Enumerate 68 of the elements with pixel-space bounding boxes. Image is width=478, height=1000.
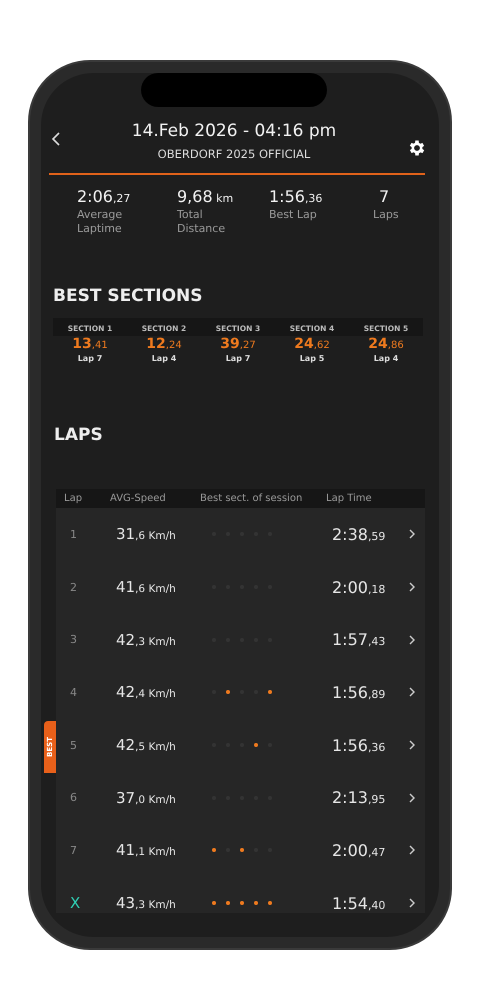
section-lap: Lap 7	[224, 354, 252, 363]
avg-speed: 42,5 Km/h	[116, 736, 177, 754]
chevron-icon	[408, 687, 416, 698]
avg-speed: 31,6 Km/h	[116, 525, 177, 544]
column-header: Lap Time	[326, 493, 373, 504]
back-icon[interactable]	[51, 132, 61, 146]
stat-label: Laps	[372, 208, 400, 222]
stat-label: Total Distance	[177, 208, 226, 236]
avg-speed: 41,6 Km/h	[116, 578, 177, 596]
lap-row[interactable]: 1 31,6 Km/h 2:38,59	[56, 508, 425, 561]
avg-speed: 42,3 Km/h	[116, 630, 177, 649]
avg-speed: 42,4 Km/h	[116, 683, 177, 702]
column-header: Lap	[64, 493, 84, 504]
session-date: 14.Feb 2026 - 04:16 pm	[132, 121, 336, 141]
lap-time: 1:56,36	[332, 736, 386, 755]
lap-time: 1:57,43	[332, 630, 386, 650]
section-lap: Lap 4	[372, 354, 400, 363]
section-time: 12,24	[145, 336, 183, 352]
settings-icon[interactable]	[407, 138, 427, 158]
lap-time: 2:13,95	[332, 788, 386, 808]
stat-value: 9,68 km	[177, 187, 234, 206]
section-time: 13,41	[71, 336, 109, 352]
chevron-icon	[408, 898, 416, 908]
lap-row[interactable]: 7 41,1 Km/h 2:00,47	[56, 824, 425, 877]
chevron-icon	[408, 582, 416, 592]
section-lap: Lap 4	[150, 354, 178, 363]
stat-value: 1:56,36	[269, 187, 322, 206]
lap-row[interactable]: 4 42,4 Km/h 1:56,89	[56, 666, 425, 719]
lap-number: 7	[70, 844, 78, 857]
lap-number: 3	[70, 633, 78, 646]
chevron-icon	[408, 529, 416, 540]
section-time: 39,27	[219, 336, 257, 352]
section-lap: Lap 7	[76, 354, 104, 363]
lap-time: 1:56,89	[332, 682, 386, 702]
lap-number: 1	[70, 528, 78, 541]
lap-row[interactable]: 3 42,3 Km/h 1:57,43	[56, 613, 425, 666]
section-time: 24,86	[367, 336, 405, 352]
avg-speed: 43,3 Km/h	[116, 894, 177, 912]
section-lap: Lap 5	[298, 354, 326, 363]
lap-number: 4	[70, 686, 78, 699]
section-time: 24,62	[293, 336, 331, 352]
lap-number: X	[70, 894, 82, 912]
stat-value: 7	[378, 187, 390, 206]
avg-speed: 37,0 Km/h	[116, 788, 177, 807]
chevron-icon	[408, 792, 416, 803]
stat-label: Average Laptime	[77, 208, 124, 236]
section-heading: LAPS	[53, 425, 104, 445]
column-header: AVG-Speed	[110, 493, 167, 504]
lap-time: 2:00,47	[332, 840, 386, 860]
track-name: OBERDORF 2025 OFFICIAL	[158, 147, 310, 161]
chevron-icon	[408, 845, 416, 856]
column-header: Best sect. of session	[200, 493, 304, 504]
lap-time: 1:54,40	[332, 894, 386, 913]
lap-number: 5	[70, 738, 78, 752]
lap-row[interactable]: 5 42,5 Km/h 1:56,36	[56, 718, 425, 772]
lap-number: 2	[70, 580, 78, 594]
lap-time: 2:38,59	[332, 524, 386, 544]
stat-label: Best Lap	[269, 208, 318, 222]
lap-row[interactable]: X 43,3 Km/h 1:54,40	[56, 876, 425, 913]
chevron-icon	[408, 740, 416, 750]
lap-row[interactable]: 6 37,0 Km/h 2:13,95	[56, 771, 425, 824]
lap-time: 2:00,18	[332, 578, 386, 597]
section-heading: BEST SECTIONS	[52, 286, 204, 306]
avg-speed: 41,1 Km/h	[116, 841, 177, 860]
lap-number: 6	[70, 791, 78, 804]
chevron-icon	[408, 634, 416, 645]
stat-value: 2:06,27	[77, 187, 130, 206]
lap-row[interactable]: 2 41,6 Km/h 2:00,18	[56, 560, 425, 614]
